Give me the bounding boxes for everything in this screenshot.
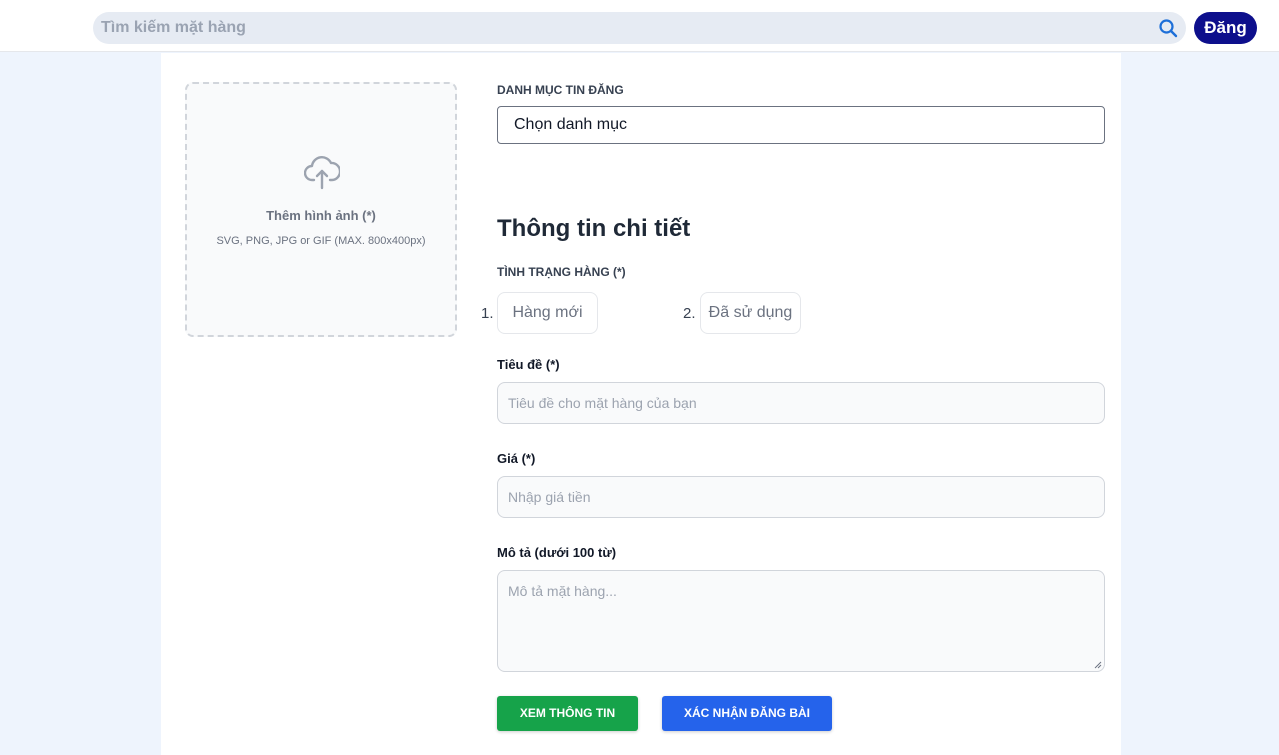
upload-hint: SVG, PNG, JPG or GIF (MAX. 800x400px) [216,235,426,247]
upload-title: Thêm hình ảnh (*) [266,208,376,223]
description-label: Mô tả (dưới 100 từ) [497,545,617,560]
search-icon[interactable] [1158,18,1178,38]
description-textarea[interactable]: Mô tả mặt hàng... [497,570,1105,672]
top-bar: Tìm kiếm mặt hàng Đăng [0,0,1279,52]
post-button[interactable]: Đăng [1194,12,1257,44]
condition-new-option[interactable]: Hàng mới [497,292,598,334]
price-input[interactable]: Nhập giá tiền [497,476,1105,518]
condition-label: TÌNH TRẠNG HÀNG (*) [497,265,626,279]
category-select[interactable]: Chọn danh mục [497,106,1105,144]
price-label: Giá (*) [497,451,536,466]
condition-number: 2. [683,305,696,322]
image-upload-dropzone[interactable]: Thêm hình ảnh (*) SVG, PNG, JPG or GIF (… [185,82,457,337]
confirm-post-button[interactable]: XÁC NHẬN ĐĂNG BÀI [662,696,832,731]
search-input[interactable]: Tìm kiếm mặt hàng [101,19,246,37]
title-label: Tiêu đề (*) [497,357,560,372]
details-heading: Thông tin chi tiết [497,215,691,242]
view-info-button[interactable]: XEM THÔNG TIN [497,696,638,731]
title-input[interactable]: Tiêu đề cho mặt hàng của bạn [497,382,1105,424]
cloud-upload-icon [304,156,340,190]
condition-number: 1. [481,305,494,322]
resize-handle-icon[interactable] [1094,661,1102,669]
description-placeholder: Mô tả mặt hàng... [508,583,617,599]
search-bar[interactable]: Tìm kiếm mặt hàng [93,12,1186,44]
condition-used-option[interactable]: Đã sử dụng [700,292,801,334]
category-label: DANH MỤC TIN ĐĂNG [497,83,624,97]
post-form-panel: Thêm hình ảnh (*) SVG, PNG, JPG or GIF (… [161,53,1121,755]
